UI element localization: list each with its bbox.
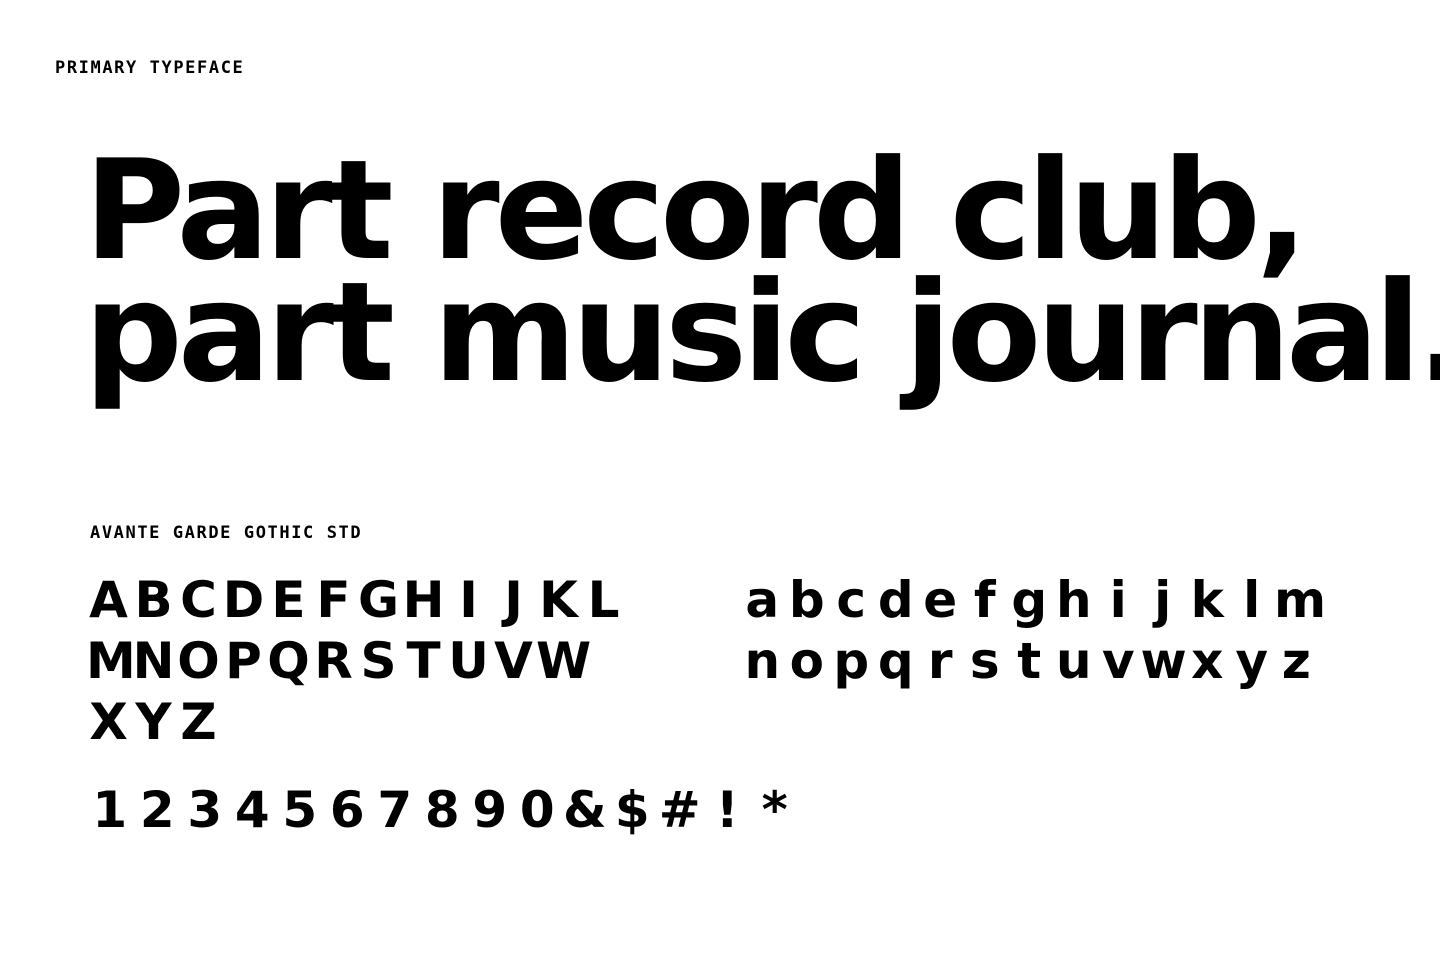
glyph: 9 (472, 781, 508, 839)
glyph: J (504, 571, 523, 629)
glyph: D (222, 571, 265, 629)
glyph: F (316, 571, 351, 629)
glyph: f (973, 571, 996, 629)
glyph: 2 (139, 781, 175, 839)
glyph: m (1274, 571, 1327, 629)
glyph: o (789, 632, 824, 690)
glyph: * (761, 781, 788, 839)
glyph: ! (715, 781, 739, 839)
glyph: 0 (519, 781, 555, 839)
glyph: y (1235, 632, 1269, 690)
glyph: 6 (329, 781, 365, 839)
glyph: B (134, 571, 173, 629)
glyph: r (927, 632, 953, 690)
glyph: Y (135, 693, 172, 751)
glyph: 8 (424, 781, 460, 839)
glyph: Q (267, 632, 310, 690)
glyph: I (459, 571, 478, 629)
glyph: b (788, 571, 825, 629)
uppercase-row: XYZ (86, 692, 221, 752)
glyph: w (1140, 632, 1187, 690)
glyph: T (406, 632, 441, 690)
glyph: # (658, 781, 701, 839)
glyph: i (1109, 571, 1127, 629)
glyph: G (357, 571, 400, 629)
uppercase-row: ABCDEFGHIJKL (86, 570, 626, 630)
glyph: u (1055, 632, 1092, 690)
glyph: C (180, 571, 217, 629)
glyph: j (1154, 571, 1172, 629)
glyph: 4 (234, 781, 270, 839)
glyph: & (562, 781, 607, 839)
glyph: O (177, 632, 220, 690)
glyph: v (1101, 632, 1135, 690)
glyph: e (923, 571, 958, 629)
glyph: Z (180, 693, 217, 751)
glyph: E (271, 571, 306, 629)
glyph: X (89, 693, 128, 751)
glyph: h (1055, 571, 1092, 629)
numerals-symbols-row: 1 2 3 4 5 6 7 8 9 0 & $ #! * (86, 780, 799, 840)
glyph: W (536, 632, 592, 690)
glyph: d (877, 571, 914, 629)
typeface-name: AVANTE GARDE GOTHIC STD (90, 523, 363, 543)
glyph: N (132, 632, 175, 690)
glyph: P (225, 632, 262, 690)
glyph: k (1190, 571, 1224, 629)
lowercase-row: abcdefghijklm (740, 570, 1327, 630)
glyph: x (1191, 632, 1224, 690)
glyph: L (587, 571, 620, 629)
glyph: 5 (282, 781, 318, 839)
section-label: PRIMARY TYPEFACE (55, 58, 245, 78)
glyph: n (744, 632, 781, 690)
glyph: M (86, 632, 136, 690)
glyph: K (539, 571, 578, 629)
glyph: V (494, 632, 533, 690)
glyph: q (877, 632, 914, 690)
glyph: $ (614, 781, 650, 839)
glyph: R (314, 632, 353, 690)
lowercase-row: nopqrstuvwxyz (740, 631, 1319, 691)
glyph: H (402, 571, 445, 629)
glyph: t (1017, 632, 1042, 690)
glyph: 1 (92, 781, 128, 839)
specimen-headline: Part record club, part music journal. (84, 142, 1440, 413)
glyph: l (1243, 571, 1261, 629)
glyph: 7 (377, 781, 413, 839)
glyph: A (89, 571, 128, 629)
glyph: S (360, 632, 397, 690)
headline-line-2: part music journal. (84, 252, 1440, 413)
glyph: g (1011, 571, 1048, 629)
glyph: 3 (187, 781, 223, 839)
glyph: a (745, 571, 780, 629)
glyph: z (1281, 632, 1311, 690)
uppercase-row: MNOPQRSTUVW (86, 631, 592, 691)
glyph: c (836, 571, 867, 629)
glyph: U (448, 632, 489, 690)
glyph: s (969, 632, 1000, 690)
glyph: p (833, 632, 870, 690)
